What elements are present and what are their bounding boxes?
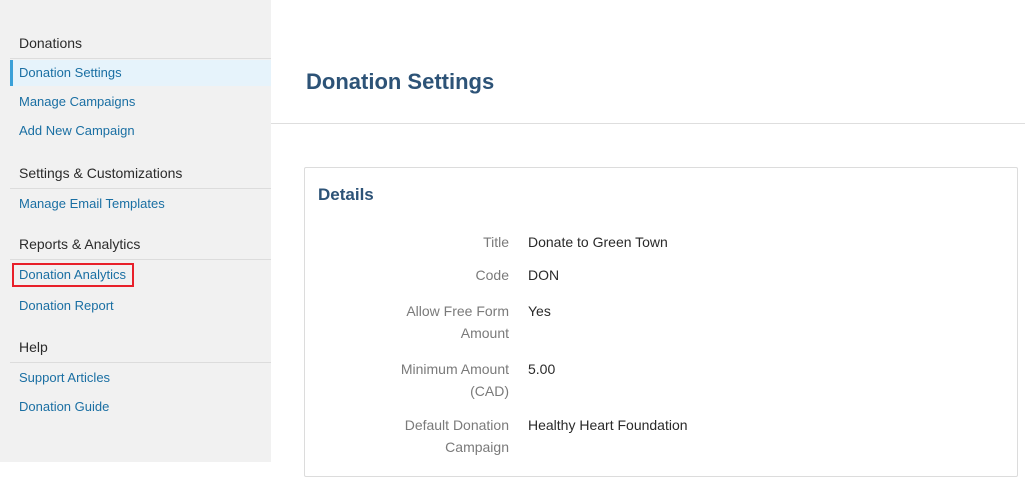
sidebar-item-donation-settings[interactable]: Donation Settings <box>10 60 271 86</box>
page-title: Donation Settings <box>306 69 495 94</box>
sidebar: Donations Donation Settings Manage Campa… <box>0 0 271 462</box>
sidebar-item-label: Donation Settings <box>19 65 122 80</box>
sidebar-heading-reports-analytics: Reports & Analytics <box>19 236 141 252</box>
sidebar-divider <box>10 362 271 363</box>
details-heading: Details <box>318 185 374 204</box>
sidebar-item-label: Manage Campaigns <box>19 94 136 109</box>
sidebar-item-label: Support Articles <box>19 370 111 385</box>
sidebar-heading-settings-customizations: Settings & Customizations <box>19 165 183 181</box>
sidebar-divider <box>10 259 271 260</box>
field-value: DON <box>528 267 560 283</box>
sidebar-item-donation-guide[interactable]: Donation Guide <box>10 394 271 420</box>
field-label: Allow Free Form Amount <box>406 303 509 341</box>
field-value: Healthy Heart Foundation <box>528 417 688 433</box>
sidebar-heading-donations: Donations <box>19 35 83 51</box>
field-value: Yes <box>528 303 551 319</box>
sidebar-item-donation-report[interactable]: Donation Report <box>10 293 271 319</box>
sidebar-item-label: Add New Campaign <box>19 123 135 138</box>
sidebar-item-add-new-campaign[interactable]: Add New Campaign <box>10 118 271 144</box>
field-label: Code <box>475 267 509 283</box>
sidebar-item-support-articles[interactable]: Support Articles <box>10 365 271 391</box>
field-value: 5.00 <box>528 361 556 377</box>
field-label: Title <box>483 234 509 250</box>
sidebar-item-donation-analytics[interactable]: Donation Analytics <box>10 262 271 288</box>
details-card: Details Title Donate to Green Town Code … <box>304 167 1018 477</box>
header-divider <box>271 123 1025 124</box>
sidebar-item-manage-campaigns[interactable]: Manage Campaigns <box>10 89 271 115</box>
sidebar-item-label: Donation Analytics <box>19 267 126 282</box>
sidebar-item-label: Donation Report <box>19 298 114 313</box>
sidebar-item-manage-email-templates[interactable]: Manage Email Templates <box>10 191 271 217</box>
main-content: Donation Settings Details Title Donate t… <box>271 0 1025 477</box>
sidebar-divider <box>10 188 271 189</box>
sidebar-item-label: Donation Guide <box>19 399 110 414</box>
highlight-box: Donation Analytics <box>12 263 134 287</box>
sidebar-item-label: Manage Email Templates <box>19 196 165 211</box>
sidebar-heading-help: Help <box>19 339 48 355</box>
field-value: Donate to Green Town <box>528 234 668 250</box>
sidebar-divider <box>10 58 271 59</box>
field-label: Default Donation Campaign <box>404 417 509 455</box>
field-label: Minimum Amount (CAD) <box>400 361 509 399</box>
